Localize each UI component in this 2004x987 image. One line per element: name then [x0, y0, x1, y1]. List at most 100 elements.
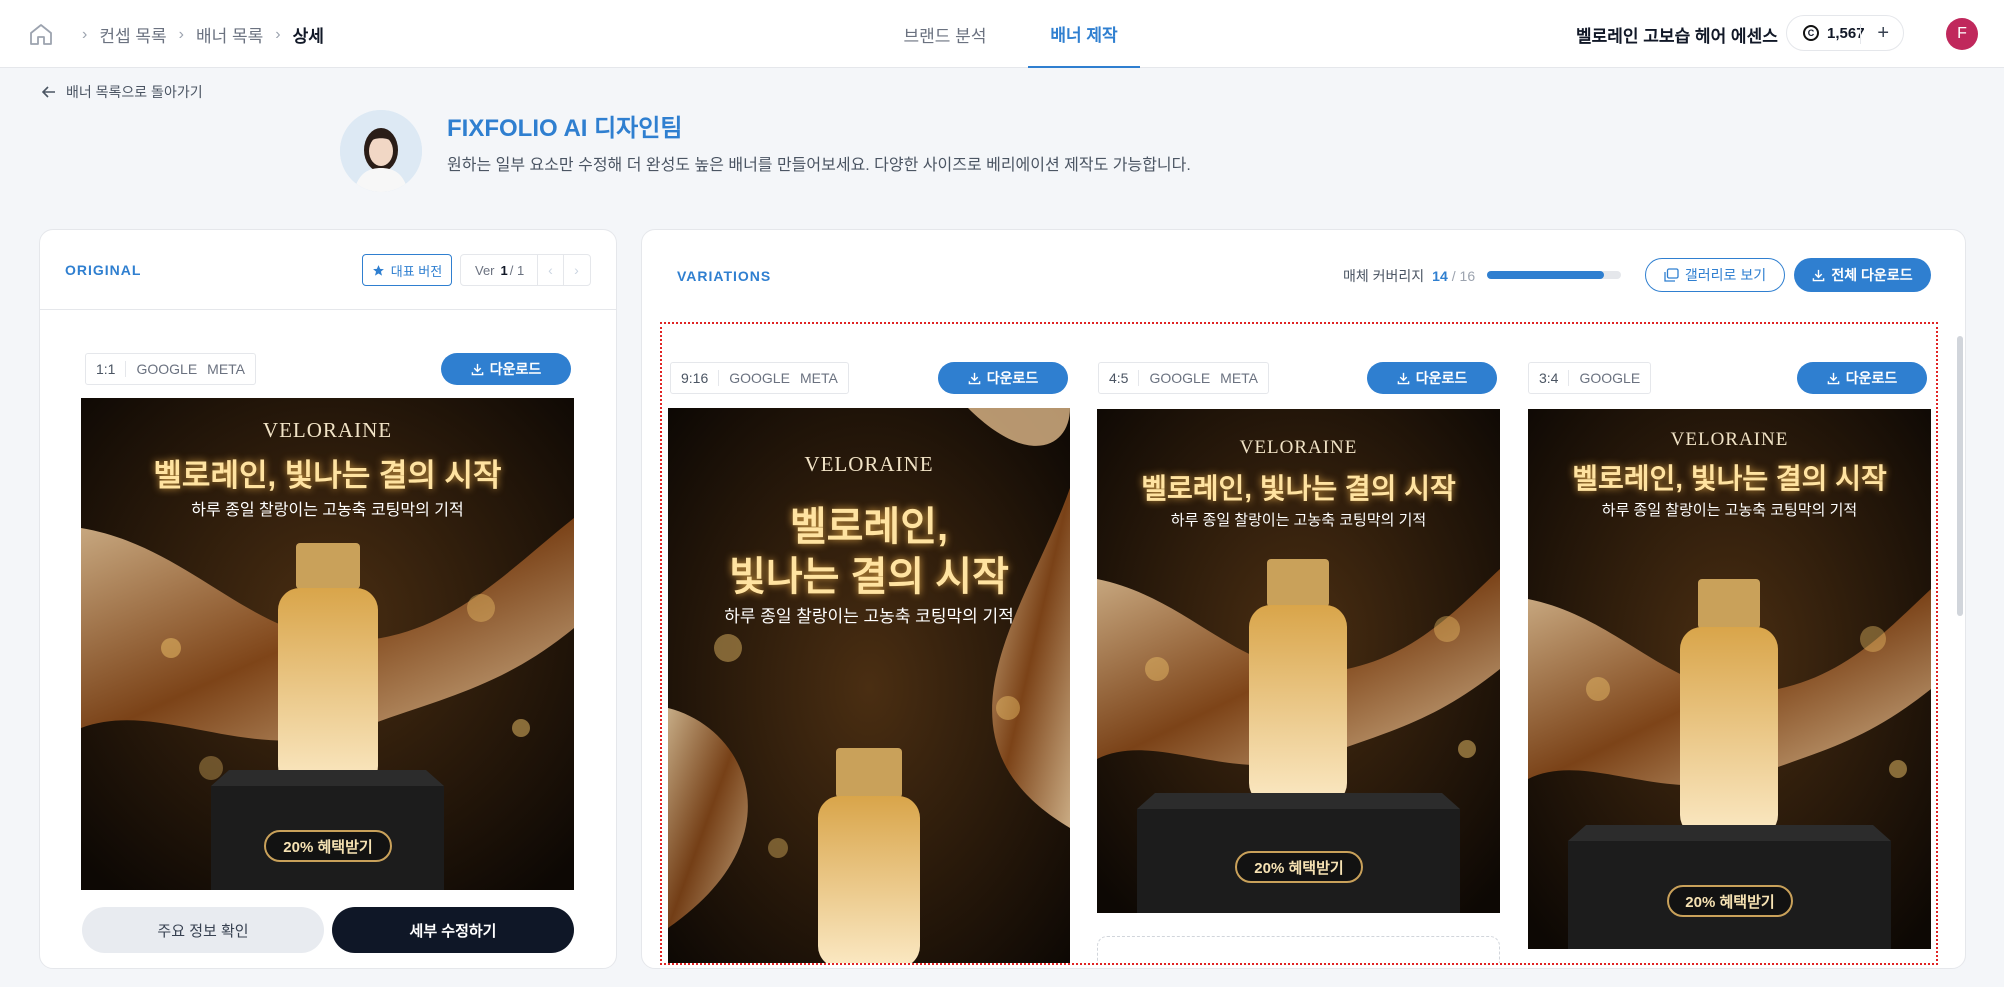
coverage-progress-fill [1487, 271, 1605, 279]
main-tabs: 브랜드 분석 배너 제작 [886, 0, 1140, 68]
arrow-left-icon [42, 86, 55, 98]
chevron-right-icon: › [275, 25, 281, 43]
banner-headline: 벨로레인, 빛나는 결의 시작 [153, 458, 502, 493]
original-panel: ORIGINAL 대표 버전 Ver 1 / 1 ‹ › 1:1 GOOGLE … [39, 229, 617, 969]
download-icon [1813, 269, 1825, 281]
ratio-tag: 1:1 [86, 361, 127, 377]
breadcrumb-banner-list[interactable]: 배너 목록 [196, 22, 263, 47]
credits-pill: C 1,567 + [1786, 15, 1904, 51]
brand-name: 벨로레인 고보습 헤어 에센스 [1576, 27, 1778, 46]
platform-tag: GOOGLE [1579, 370, 1641, 386]
view-key-info-button[interactable]: 주요 정보 확인 [82, 907, 324, 953]
variation-format-tags: 4:5 GOOGLE META [1098, 362, 1270, 394]
version-prefix: Ver [475, 262, 495, 278]
home-icon[interactable] [28, 22, 54, 46]
coverage-value: 14 [1432, 268, 1448, 284]
variation-banner-3-4[interactable]: VELORAINE 벨로레인, 빛나는 결의 시작 하루 종일 찰랑이는 고농축… [1528, 409, 1931, 949]
banner-brand: VELORAINE [1670, 429, 1789, 450]
variation-banner-4-5[interactable]: VELORAINE 벨로레인, 빛나는 결의 시작 하루 종일 찰랑이는 고농축… [1097, 409, 1500, 913]
variation-download-button[interactable]: 다운로드 [1367, 362, 1497, 394]
version-total: / 1 [509, 262, 525, 278]
team-description: 원하는 일부 요소만 수정해 더 완성도 높은 배너를 만들어보세요. 다양한 … [447, 157, 1191, 174]
gallery-icon [1664, 268, 1679, 282]
banner-brand: VELORAINE [1239, 437, 1358, 458]
divider [1860, 24, 1861, 44]
add-credits-button[interactable]: + [1877, 22, 1889, 45]
platform-tag: GOOGLE [729, 370, 790, 386]
banner-subtitle: 하루 종일 찰랑이는 고농축 코팅막의 기적 [1601, 502, 1858, 519]
download-all-button[interactable]: 전체 다운로드 [1794, 258, 1931, 292]
variations-label: VARIATIONS [677, 268, 772, 284]
media-coverage: 매체 커버리지 14 / 16 [1343, 266, 1475, 286]
tab-brand-analysis[interactable]: 브랜드 분석 [886, 0, 1004, 68]
coverage-label: 매체 커버리지 [1343, 268, 1425, 284]
variations-scrollbar[interactable] [1957, 326, 1963, 956]
designer-avatar [340, 110, 422, 192]
breadcrumb-concept-list[interactable]: 컨셉 목록 [99, 22, 166, 47]
variations-grid: 9:16 GOOGLE META 다운로드 VELORAINE 벨로레인, 빛나… [660, 322, 1938, 965]
ratio-tag: 4:5 [1099, 370, 1140, 386]
version-current: 1 [500, 262, 508, 278]
top-bar: › 컨셉 목록 › 배너 목록 › 상세 브랜드 분석 배너 제작 벨로레인 고… [0, 0, 2004, 68]
platform-tag: META [799, 370, 838, 386]
team-title: FIXFOLIO AI 디자인팀 [447, 115, 683, 142]
variation-banner-9-16[interactable]: VELORAINE 벨로레인, 빛나는 결의 시작 하루 종일 찰랑이는 고농축… [668, 408, 1070, 963]
coverage-progress-bar [1487, 271, 1621, 279]
banner-brand: VELORAINE [262, 418, 393, 442]
banner-headline: 벨로레인, 빛나는 결의 시작 [1141, 473, 1456, 504]
download-icon [968, 372, 981, 384]
platform-tag: META [207, 361, 246, 377]
variation-placeholder [1097, 936, 1500, 963]
banner-subtitle: 하루 종일 찰랑이는 고농축 코팅막의 기적 [724, 607, 1014, 626]
banner-cta: 20% 혜택받기 [264, 830, 392, 862]
representative-version-label: 대표 버전 [390, 263, 443, 279]
back-to-banner-list-link[interactable]: 배너 목록으로 돌아가기 [42, 82, 203, 102]
banner-subtitle: 하루 종일 찰랑이는 고농축 코팅막의 기적 [1170, 512, 1427, 529]
variation-download-button[interactable]: 다운로드 [938, 362, 1068, 394]
back-link-label: 배너 목록으로 돌아가기 [66, 84, 203, 100]
original-download-button[interactable]: 다운로드 [441, 353, 571, 385]
banner-subtitle: 하루 종일 찰랑이는 고농축 코팅막의 기적 [191, 502, 464, 519]
representative-version-button[interactable]: 대표 버전 [362, 254, 452, 286]
platform-tag: GOOGLE [1149, 370, 1211, 386]
chevron-right-icon: › [178, 25, 184, 43]
ratio-tag: 9:16 [671, 370, 720, 386]
original-banner-image[interactable]: VELORAINE 벨로레인, 빛나는 결의 시작 하루 종일 찰랑이는 고농축… [81, 398, 574, 890]
scrollbar-thumb[interactable] [1957, 336, 1963, 616]
variation-download-button[interactable]: 다운로드 [1797, 362, 1927, 394]
original-format-tags: 1:1 GOOGLE META [85, 353, 257, 385]
banner-brand: VELORAINE [804, 452, 934, 476]
star-icon [372, 264, 384, 276]
gallery-view-button[interactable]: 갤러리로 보기 [1645, 258, 1785, 292]
banner-cta: 20% 혜택받기 [1667, 885, 1793, 917]
detailed-edit-button[interactable]: 세부 수정하기 [332, 907, 574, 953]
banner-artwork [668, 408, 1070, 963]
download-icon [471, 363, 484, 375]
variation-format-tags: 9:16 GOOGLE META [670, 362, 849, 394]
banner-headline: 벨로레인, 빛나는 결의 시작 [1572, 463, 1887, 494]
platform-tag: GOOGLE [136, 361, 198, 377]
chevron-right-icon[interactable]: › [563, 255, 589, 285]
download-all-label: 전체 다운로드 [1831, 267, 1913, 283]
divider [40, 309, 616, 310]
download-label: 다운로드 [1415, 370, 1468, 386]
ratio-tag: 3:4 [1529, 370, 1570, 386]
banner-cta: 20% 혜택받기 [1235, 851, 1363, 883]
credits-value: 1,567 [1827, 24, 1865, 42]
original-label: ORIGINAL [65, 262, 142, 278]
breadcrumb-current: 상세 [292, 27, 324, 46]
chevron-left-icon[interactable]: ‹ [537, 255, 563, 285]
tab-banner-creation[interactable]: 배너 제작 [1028, 0, 1140, 68]
user-avatar[interactable]: F [1946, 18, 1978, 50]
copyright-coin-icon: C [1803, 25, 1819, 41]
download-icon [1397, 372, 1410, 384]
download-label: 다운로드 [986, 370, 1039, 386]
platform-tag: META [1220, 370, 1259, 386]
gallery-view-label: 갤러리로 보기 [1684, 267, 1767, 283]
variation-format-tags: 3:4 GOOGLE [1528, 362, 1652, 394]
chevron-right-icon: › [82, 25, 88, 43]
variations-panel: VARIATIONS 매체 커버리지 14 / 16 갤러리로 보기 전체 다운… [641, 229, 1966, 969]
download-label: 다운로드 [489, 361, 542, 377]
coverage-total: / 16 [1451, 268, 1476, 284]
breadcrumb: › 컨셉 목록 › 배너 목록 › 상세 [70, 22, 324, 47]
